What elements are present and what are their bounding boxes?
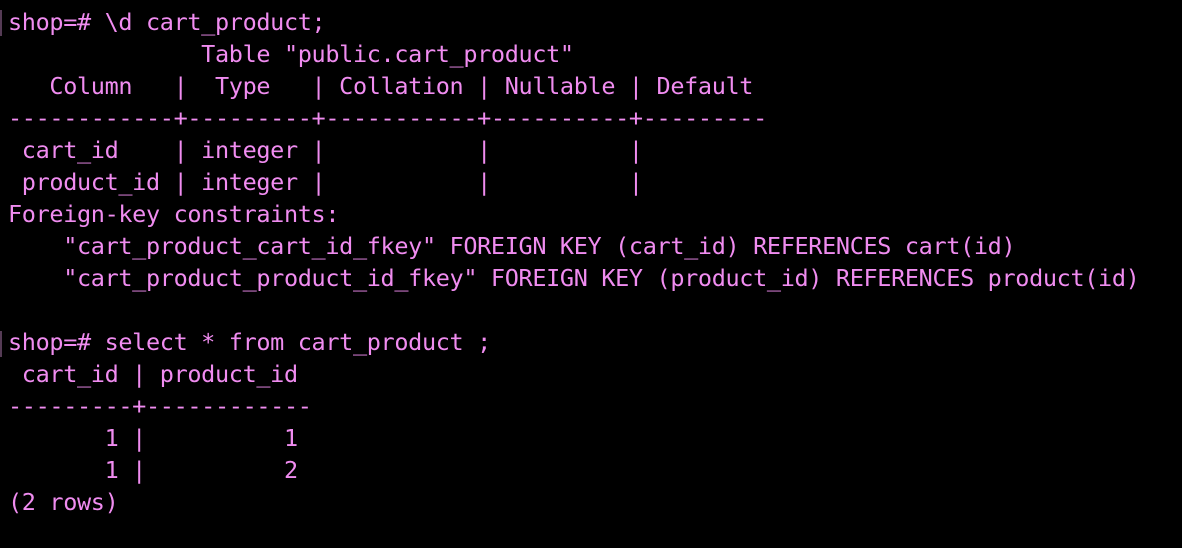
terminal-line-table-title: Table "public.cart_product" bbox=[8, 40, 574, 68]
terminal-line-command-select: shop=# select * from cart_product ; bbox=[8, 328, 491, 356]
terminal-line-row-cart-id: cart_id | integer | | | bbox=[8, 136, 643, 164]
prompt-marker-1 bbox=[0, 10, 8, 36]
terminal-line-fk-heading: Foreign-key constraints: bbox=[8, 200, 340, 228]
terminal-line-row-count: (2 rows) bbox=[8, 488, 119, 516]
terminal-line-result-header: cart_id | product_id bbox=[8, 360, 298, 388]
terminal-line-fk-product: "cart_product_product_id_fkey" FOREIGN K… bbox=[8, 264, 1140, 292]
terminal-line-table-header: Column | Type | Collation | Nullable | D… bbox=[8, 72, 754, 100]
terminal-line-separator: ------------+---------+-----------+-----… bbox=[8, 104, 767, 132]
terminal-line-command-describe: shop=# \d cart_product; bbox=[8, 8, 326, 36]
terminal-line-row-product-id: product_id | integer | | | bbox=[8, 168, 643, 196]
terminal-window[interactable]: shop=# \d cart_product; Table "public.ca… bbox=[0, 0, 1182, 548]
prompt-marker-2 bbox=[0, 331, 8, 357]
terminal-line-result-separator: ---------+------------ bbox=[8, 392, 312, 420]
terminal-line-result-row-1: 1 | 1 bbox=[8, 424, 299, 452]
terminal-line-fk-cart: "cart_product_cart_id_fkey" FOREIGN KEY … bbox=[8, 232, 1016, 260]
terminal-line-result-row-2: 1 | 2 bbox=[8, 456, 299, 484]
